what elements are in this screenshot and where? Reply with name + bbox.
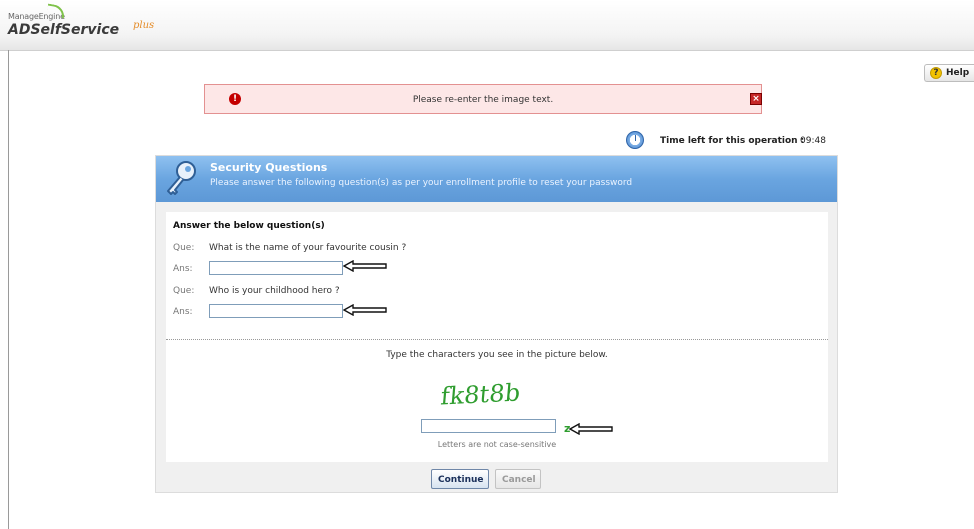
arrow-icon (569, 423, 613, 435)
help-label: Help (946, 68, 970, 78)
product-edition: plus (133, 20, 155, 31)
panel-subtitle: Please answer the following question(s) … (210, 178, 633, 188)
arrow-icon (343, 304, 387, 316)
error-message-box: ! Please re-enter the image text. × (204, 84, 762, 114)
timer-label: Time left for this operation : (660, 136, 805, 146)
section-divider (166, 339, 828, 340)
left-divider (8, 50, 9, 529)
question-text-1: What is the name of your favourite cousi… (209, 243, 407, 253)
error-message-text: Please re-enter the image text. (412, 95, 554, 105)
security-questions-panel: Security Questions Please answer the fol… (155, 155, 838, 493)
clock-icon (626, 131, 644, 149)
answer-input-1[interactable] (209, 261, 343, 275)
cancel-button[interactable]: Cancel (495, 469, 541, 489)
captcha-image: fk8t8b (439, 379, 521, 411)
arrow-icon (343, 260, 387, 272)
question-form: Answer the below question(s) Que: What i… (166, 212, 828, 462)
product-logo-text: ADSelfService (8, 22, 120, 38)
question-label: Que: (173, 243, 195, 253)
captcha-text: fk8t8b (439, 379, 521, 411)
top-bar: ManageEngine ADSelfService plus (0, 0, 974, 51)
help-button[interactable]: ? Help (924, 64, 974, 82)
answer-label: Ans: (173, 307, 193, 317)
case-sensitivity-note: Letters are not case-sensitive (437, 440, 557, 449)
panel-header: Security Questions Please answer the fol… (156, 156, 837, 202)
continue-button[interactable]: Continue (431, 469, 489, 489)
help-icon: ? (930, 67, 942, 79)
captcha-input[interactable] (421, 419, 556, 433)
section-title: Answer the below question(s) (173, 221, 325, 231)
captcha-prompt: Type the characters you see in the pictu… (386, 350, 608, 360)
question-text-2: Who is your childhood hero ? (209, 286, 340, 296)
answer-input-2[interactable] (209, 304, 343, 318)
close-icon[interactable]: × (750, 93, 762, 105)
question-label: Que: (173, 286, 195, 296)
panel-title: Security Questions (210, 161, 328, 174)
key-icon (167, 161, 196, 195)
answer-label: Ans: (173, 264, 193, 274)
timer-value: 09:48 (800, 136, 826, 146)
